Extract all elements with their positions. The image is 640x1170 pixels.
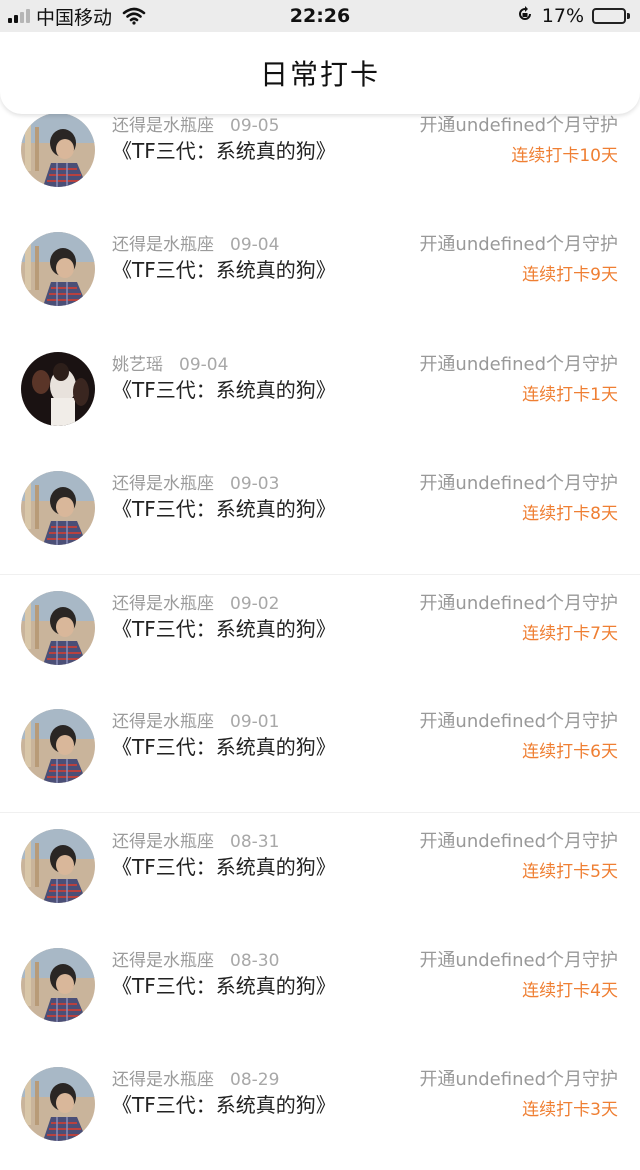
user-name[interactable]: 还得是水瓶座 (112, 1070, 214, 1090)
page-title: 日常打卡 (259, 58, 380, 91)
guard-status: 开通undefined个月守护 (419, 115, 618, 136)
guard-status: 开通undefined个月守护 (419, 950, 618, 971)
guard-status: 开通undefined个月守护 (419, 831, 618, 852)
guard-status: 开通undefined个月守护 (419, 711, 618, 732)
status-right: 17% (516, 5, 640, 28)
avatar[interactable] (21, 1067, 95, 1141)
checkin-meta: 还得是水瓶座 09-04 (112, 230, 279, 255)
checkin-date: 09-04 (179, 355, 229, 375)
avatar[interactable] (21, 471, 95, 545)
streak-count: 连续打卡1天 (522, 385, 618, 405)
streak-count: 连续打卡8天 (522, 504, 618, 524)
page-header: 日常打卡 (0, 32, 640, 114)
avatar[interactable] (21, 591, 95, 665)
wifi-icon (122, 7, 146, 25)
streak-count: 连续打卡4天 (522, 981, 618, 1001)
user-name[interactable]: 还得是水瓶座 (112, 594, 214, 614)
checkin-row[interactable]: 还得是水瓶座 09-03 《TF三代：系统真的狗》 开通undefined个月守护连续… (0, 455, 640, 574)
book-title[interactable]: 《TF三代：系统真的狗》 (112, 1089, 336, 1118)
book-title[interactable]: 《TF三代：系统真的狗》 (112, 613, 336, 642)
checkin-row[interactable]: 还得是水瓶座 09-02 《TF三代：系统真的狗》 开通undefined个月守护连续… (0, 574, 640, 694)
avatar[interactable] (21, 232, 95, 306)
checkin-meta: 还得是水瓶座 08-31 (112, 827, 279, 852)
guard-status: 开通undefined个月守护 (419, 234, 618, 255)
checkin-date: 09-02 (230, 594, 280, 614)
book-title[interactable]: 《TF三代：系统真的狗》 (112, 851, 336, 880)
guard-status: 开通undefined个月守护 (419, 1069, 618, 1090)
user-name[interactable]: 姚艺瑶 (112, 355, 163, 375)
checkin-meta: 还得是水瓶座 09-01 (112, 707, 279, 732)
checkin-meta: 还得是水瓶座 09-02 (112, 589, 279, 614)
guard-status: 开通undefined个月守护 (419, 354, 618, 375)
user-name[interactable]: 还得是水瓶座 (112, 832, 214, 852)
user-name[interactable]: 还得是水瓶座 (112, 235, 214, 255)
carrier-name: 中国移动 (36, 6, 113, 29)
streak-count: 连续打卡5天 (522, 862, 618, 882)
user-name[interactable]: 还得是水瓶座 (112, 951, 214, 971)
checkin-row[interactable]: 还得是水瓶座 08-29 《TF三代：系统真的狗》 开通undefined个月守护连续… (0, 1051, 640, 1170)
book-title[interactable]: 《TF三代：系统真的狗》 (112, 374, 336, 403)
checkin-date: 08-29 (230, 1070, 280, 1090)
book-title[interactable]: 《TF三代：系统真的狗》 (112, 970, 336, 999)
status-bar: 中国移动 22:26 17% (0, 0, 640, 32)
checkin-date: 08-31 (230, 832, 280, 852)
checkin-row[interactable]: 还得是水瓶座 08-30 《TF三代：系统真的狗》 开通undefined个月守护连续… (0, 932, 640, 1051)
checkin-row[interactable]: 还得是水瓶座 08-31 《TF三代：系统真的狗》 开通undefined个月守护连续… (0, 812, 640, 932)
checkin-row[interactable]: 还得是水瓶座 09-01 《TF三代：系统真的狗》 开通undefined个月守护连续… (0, 693, 640, 812)
book-title[interactable]: 《TF三代：系统真的狗》 (112, 135, 336, 164)
checkin-date: 09-05 (230, 116, 280, 136)
battery-icon (592, 8, 630, 24)
user-name[interactable]: 还得是水瓶座 (112, 712, 214, 732)
book-title[interactable]: 《TF三代：系统真的狗》 (112, 254, 336, 283)
checkin-date: 09-03 (230, 474, 280, 494)
streak-count: 连续打卡9天 (522, 265, 618, 285)
avatar[interactable] (21, 113, 95, 187)
checkin-date: 09-01 (230, 712, 280, 732)
guard-status: 开通undefined个月守护 (419, 473, 618, 494)
status-left: 中国移动 (0, 3, 146, 30)
avatar[interactable] (21, 709, 95, 783)
book-title[interactable]: 《TF三代：系统真的狗》 (112, 493, 336, 522)
avatar[interactable] (21, 352, 95, 426)
checkin-row[interactable]: 还得是水瓶座 09-05 《TF三代：系统真的狗》 开通undefined个月守护连续… (0, 97, 640, 216)
checkin-date: 08-30 (230, 951, 280, 971)
checkin-meta: 还得是水瓶座 09-03 (112, 469, 279, 494)
user-name[interactable]: 还得是水瓶座 (112, 116, 214, 136)
streak-count: 连续打卡10天 (511, 146, 618, 166)
rotation-lock-icon (516, 5, 534, 28)
checkin-date: 09-04 (230, 235, 280, 255)
user-name[interactable]: 还得是水瓶座 (112, 474, 214, 494)
checkin-meta: 姚艺瑶 09-04 (112, 350, 228, 375)
checkin-meta: 还得是水瓶座 08-30 (112, 946, 279, 971)
checkin-meta: 还得是水瓶座 08-29 (112, 1065, 279, 1090)
avatar[interactable] (21, 829, 95, 903)
streak-count: 连续打卡6天 (522, 742, 618, 762)
checkin-row[interactable]: 还得是水瓶座 09-04 《TF三代：系统真的狗》 开通undefined个月守护连续… (0, 216, 640, 335)
streak-count: 连续打卡7天 (522, 624, 618, 644)
checkin-row[interactable]: 姚艺瑶 09-04 《TF三代：系统真的狗》 开通undefined个月守护连续打卡1… (0, 336, 640, 455)
book-title[interactable]: 《TF三代：系统真的狗》 (112, 731, 336, 760)
cellular-signal-icon (8, 9, 30, 23)
battery-percent: 17% (541, 5, 584, 27)
streak-count: 连续打卡3天 (522, 1100, 618, 1120)
avatar[interactable] (21, 948, 95, 1022)
guard-status: 开通undefined个月守护 (419, 593, 618, 614)
checkin-meta: 还得是水瓶座 09-05 (112, 111, 279, 136)
